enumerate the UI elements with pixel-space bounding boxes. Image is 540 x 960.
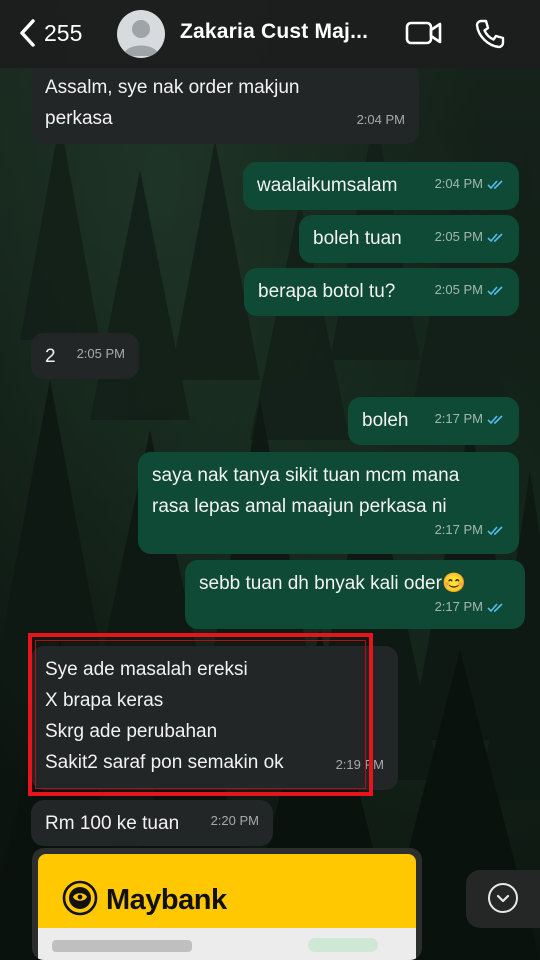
- message-time: 2:04 PM: [434, 176, 483, 191]
- receipt-text-blurred: [52, 940, 192, 952]
- bank-receipt-header: Maybank: [38, 854, 416, 928]
- read-ticks-icon: [487, 414, 503, 424]
- highlight-annotation-inner: [35, 640, 366, 789]
- message-time: 2:17 PM: [434, 411, 483, 426]
- message-bubble-incoming[interactable]: 2 2:05 PM: [31, 333, 139, 379]
- message-bubble-incoming[interactable]: Assalm, sye nak order makjun perkasa 2:0…: [31, 64, 419, 144]
- back-button[interactable]: 255: [18, 18, 82, 48]
- message-time-wrap: 2:17 PM: [435, 591, 505, 622]
- read-ticks-icon: [487, 179, 503, 189]
- highlight-annotation-box: [28, 633, 373, 796]
- message-text: Assalm, sye nak order makjun: [45, 77, 300, 98]
- message-time: 2:17 PM: [434, 522, 483, 537]
- message-bubble-outgoing[interactable]: saya nak tanya sikit tuan mcm mana rasa …: [138, 452, 519, 554]
- maybank-tiger-logo-icon: [62, 880, 98, 916]
- scroll-to-bottom-button[interactable]: [466, 870, 540, 928]
- read-ticks-icon: [487, 525, 503, 535]
- message-time: 2:17 PM: [434, 599, 483, 614]
- chevron-left-icon: [20, 19, 35, 47]
- message-time: 2:05 PM: [76, 346, 125, 361]
- read-ticks-icon: [487, 602, 503, 612]
- message-time-wrap: 2:17 PM: [435, 514, 505, 545]
- receipt-status-pill: [308, 938, 378, 952]
- video-camera-icon: [405, 21, 442, 45]
- message-time-wrap: 2:04 PM: [435, 168, 505, 199]
- message-list[interactable]: Assalm, sye nak order makjun perkasa 2:0…: [0, 0, 540, 960]
- message-bubble-outgoing[interactable]: boleh tuan 2:05 PM: [299, 215, 519, 263]
- scroll-circle: [488, 883, 518, 913]
- message-text: saya nak tanya sikit tuan mcm mana: [152, 465, 460, 486]
- message-time: 2:20 PM: [210, 813, 259, 828]
- voice-call-button[interactable]: [474, 18, 506, 55]
- read-ticks-icon: [487, 285, 503, 295]
- unread-count: 255: [44, 19, 83, 46]
- read-ticks-icon: [487, 232, 503, 242]
- message-time: 2:04 PM: [356, 112, 405, 127]
- message-bubble-incoming[interactable]: Rm 100 ke tuan 2:20 PM: [31, 800, 273, 846]
- image-attachment[interactable]: Maybank: [32, 848, 422, 960]
- message-bubble-outgoing[interactable]: waalaikumsalam 2:04 PM: [243, 162, 519, 210]
- message-time: 2:05 PM: [434, 229, 483, 244]
- contact-name[interactable]: Zakaria Cust Maj...: [180, 20, 390, 44]
- message-time-wrap: 2:05 PM: [435, 221, 505, 252]
- message-bubble-outgoing[interactable]: berapa botol tu? 2:05 PM: [244, 268, 519, 316]
- bank-name: Maybank: [106, 884, 227, 916]
- phone-icon: [475, 19, 505, 49]
- message-bubble-outgoing[interactable]: sebb tuan dh bnyak kali oder😊 2:17 PM: [185, 560, 525, 629]
- receipt-body: [38, 928, 416, 960]
- message-time-wrap: 2:05 PM: [435, 274, 505, 305]
- message-time-wrap: 2:17 PM: [435, 403, 505, 434]
- chat-header: 255 Zakaria Cust Maj...: [0, 0, 540, 68]
- message-time: 2:05 PM: [434, 282, 483, 297]
- message-text: perkasa: [45, 108, 113, 129]
- default-avatar-icon: [123, 20, 159, 56]
- chevron-down-icon: [496, 894, 510, 903]
- avatar[interactable]: [117, 10, 165, 58]
- video-call-button[interactable]: [405, 20, 443, 51]
- message-bubble-outgoing[interactable]: boleh 2:17 PM: [348, 397, 519, 445]
